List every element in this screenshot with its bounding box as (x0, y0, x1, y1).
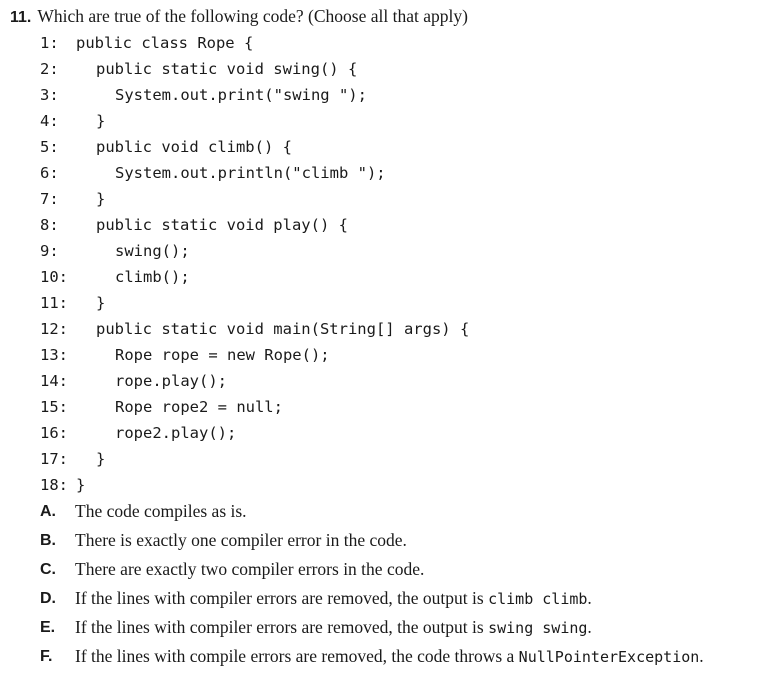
code-text: climb(); (115, 268, 190, 286)
code-text: } (96, 190, 106, 208)
code-text: } (96, 450, 106, 468)
code-text: Rope rope2 = null; (115, 398, 283, 416)
line-number: 7: (40, 190, 59, 208)
option-text: There are exactly two compiler errors in… (75, 559, 425, 579)
option-letter: C. (40, 561, 56, 578)
code-text: public void climb() { (96, 138, 292, 156)
option-letter: A. (40, 503, 56, 520)
line-number: 5: (40, 138, 59, 156)
option-letter: E. (40, 619, 56, 636)
answer-option-f[interactable]: F. If the lines with compile errors are … (0, 642, 771, 671)
code-line: 7:} (0, 186, 771, 212)
code-line: 12: public static void main(String[] args… (0, 316, 771, 342)
code-line: 8: public static void play() { (0, 212, 771, 238)
code-line: 14: rope.play(); (0, 368, 771, 394)
inline-code: NullPointerException (518, 648, 700, 666)
code-text: System.out.print("swing "); (115, 86, 367, 104)
code-listing: 1: public class Rope { 2: public static vo… (0, 30, 771, 498)
option-text: The code compiles as is. (75, 501, 247, 521)
inline-code: swing swing (488, 619, 588, 637)
answer-option-c[interactable]: C. There are exactly two compiler errors… (0, 555, 771, 584)
code-text: System.out.println("climb "); (115, 164, 386, 182)
code-text: swing(); (115, 242, 190, 260)
line-number: 2: (40, 60, 59, 78)
code-line: 11:} (0, 290, 771, 316)
answer-option-b[interactable]: B. There is exactly one compiler error i… (0, 526, 771, 555)
code-line: 10: climb(); (0, 264, 771, 290)
line-number: 3: (40, 86, 59, 104)
code-line: 6: System.out.println("climb "); (0, 160, 771, 186)
line-number: 12: (40, 320, 68, 338)
line-number: 11: (40, 294, 68, 312)
line-number: 9: (40, 242, 59, 260)
question-prompt: 11. Which are true of the following code?… (10, 6, 468, 27)
option-letter: D. (40, 590, 56, 607)
line-number: 13: (40, 346, 68, 364)
code-text: rope.play(); (115, 372, 227, 390)
code-line: 15: Rope rope2 = null; (0, 394, 771, 420)
option-letter: B. (40, 532, 56, 549)
code-line: 5: public void climb() { (0, 134, 771, 160)
code-text: public static void play() { (96, 216, 348, 234)
answer-option-d[interactable]: D. If the lines with compiler errors are… (0, 584, 771, 613)
code-line: 16: rope2.play(); (0, 420, 771, 446)
option-text: If the lines with compile errors are rem… (75, 646, 704, 666)
code-text: } (96, 294, 106, 312)
line-number: 10: (40, 268, 68, 286)
line-number: 6: (40, 164, 59, 182)
code-text: rope2.play(); (115, 424, 237, 442)
code-line: 18:} (0, 472, 771, 498)
option-text: If the lines with compiler errors are re… (75, 588, 592, 608)
line-number: 4: (40, 112, 59, 130)
line-number: 17: (40, 450, 68, 468)
code-line: 3: System.out.print("swing "); (0, 82, 771, 108)
code-text: public static void swing() { (96, 60, 358, 78)
answer-option-e[interactable]: E. If the lines with compiler errors are… (0, 613, 771, 642)
code-line: 2: public static void swing() { (0, 56, 771, 82)
line-number: 15: (40, 398, 68, 416)
line-number: 18: (40, 476, 68, 494)
option-letter: F. (40, 648, 53, 665)
option-text: There is exactly one compiler error in t… (75, 530, 407, 550)
line-number: 16: (40, 424, 68, 442)
line-number: 8: (40, 216, 59, 234)
code-line: 4:} (0, 108, 771, 134)
code-text: Rope rope = new Rope(); (115, 346, 330, 364)
code-text: } (76, 476, 86, 494)
code-text: } (96, 112, 106, 130)
code-text: public static void main(String[] args) { (96, 320, 470, 338)
answer-options: A. The code compiles as is. B. There is … (0, 497, 771, 671)
code-line: 9: swing(); (0, 238, 771, 264)
code-line: 1: public class Rope { (0, 30, 771, 56)
question-number: 11. (10, 9, 32, 26)
line-number: 1: (40, 34, 59, 52)
code-text: public class Rope { (76, 34, 254, 52)
option-text: If the lines with compiler errors are re… (75, 617, 592, 637)
inline-code: climb climb (488, 590, 588, 608)
page: 11. Which are true of the following code?… (0, 0, 771, 681)
code-line: 13: Rope rope = new Rope(); (0, 342, 771, 368)
question-text: Which are true of the following code? (C… (37, 6, 468, 26)
answer-option-a[interactable]: A. The code compiles as is. (0, 497, 771, 526)
line-number: 14: (40, 372, 68, 390)
code-line: 17:} (0, 446, 771, 472)
